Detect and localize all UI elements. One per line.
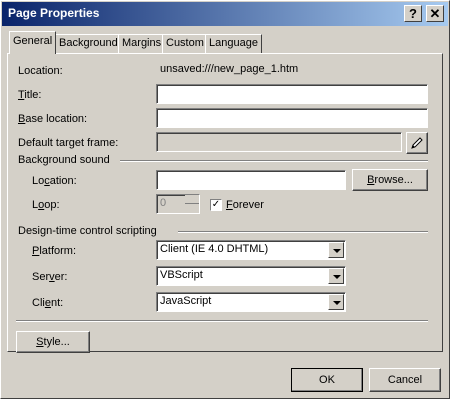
sound-location-input[interactable]	[156, 170, 346, 190]
platform-label: Platform:	[32, 245, 77, 257]
server-select[interactable]: VBScript	[156, 266, 346, 286]
tab-custom[interactable]: Custom	[162, 34, 208, 53]
page-properties-dialog: Page Properties ? ✕ General Background M…	[0, 0, 450, 399]
background-sound-group-label: Background sound	[18, 154, 110, 166]
title-bar[interactable]: Page Properties ? ✕	[2, 2, 448, 26]
loop-label: Loop:	[32, 199, 60, 211]
platform-select-value: Client (IE 4.0 DHTML)	[160, 243, 269, 255]
tab-background[interactable]: Background	[55, 34, 122, 53]
forever-label[interactable]: Forever	[226, 199, 264, 211]
tab-general[interactable]: General	[9, 31, 57, 54]
tab-language[interactable]: Language	[205, 34, 262, 53]
background-sound-divider	[120, 160, 428, 162]
default-target-frame-input	[156, 132, 402, 152]
dialog-title: Page Properties	[8, 6, 100, 20]
loop-up-arrow	[185, 195, 199, 204]
style-button[interactable]: Style...	[16, 331, 90, 353]
scripting-group-label: Design-time control scripting	[18, 225, 157, 237]
pencil-icon	[411, 137, 423, 149]
bottom-divider	[16, 320, 428, 322]
scripting-divider	[178, 231, 428, 233]
base-location-label: Base location:	[18, 113, 88, 125]
base-location-input[interactable]	[156, 108, 428, 128]
general-tab-panel: Location: unsaved:///new_page_1.htm Titl…	[7, 53, 443, 353]
chevron-down-icon[interactable]	[328, 268, 344, 284]
title-label: Title:	[18, 89, 42, 101]
chevron-down-icon[interactable]	[328, 294, 344, 310]
client-select[interactable]: JavaScript	[156, 292, 346, 312]
platform-select[interactable]: Client (IE 4.0 DHTML)	[156, 240, 346, 260]
loop-value: 0	[160, 197, 167, 209]
close-button[interactable]: ✕	[426, 5, 444, 22]
server-select-value: VBScript	[160, 269, 203, 281]
forever-checkbox[interactable]: ✓	[210, 199, 222, 211]
title-input[interactable]	[156, 84, 428, 104]
client-label: Client:	[32, 297, 64, 309]
default-target-frame-label: Default target frame:	[18, 137, 119, 149]
server-label: Server:	[32, 271, 68, 283]
location-label: Location:	[18, 65, 63, 77]
cancel-button[interactable]: Cancel	[369, 368, 441, 392]
browse-button[interactable]: Browse...	[352, 169, 428, 191]
location-value: unsaved:///new_page_1.htm	[156, 60, 428, 80]
target-frame-button[interactable]	[406, 132, 428, 154]
ok-button[interactable]: OK	[291, 368, 363, 392]
loop-down-arrow	[185, 204, 199, 213]
sound-location-label: Location:	[32, 175, 77, 187]
tab-margins[interactable]: Margins	[118, 34, 166, 53]
loop-input: 0	[156, 194, 200, 214]
help-button[interactable]: ?	[404, 5, 422, 22]
chevron-down-icon[interactable]	[328, 242, 344, 258]
client-select-value: JavaScript	[160, 295, 212, 307]
